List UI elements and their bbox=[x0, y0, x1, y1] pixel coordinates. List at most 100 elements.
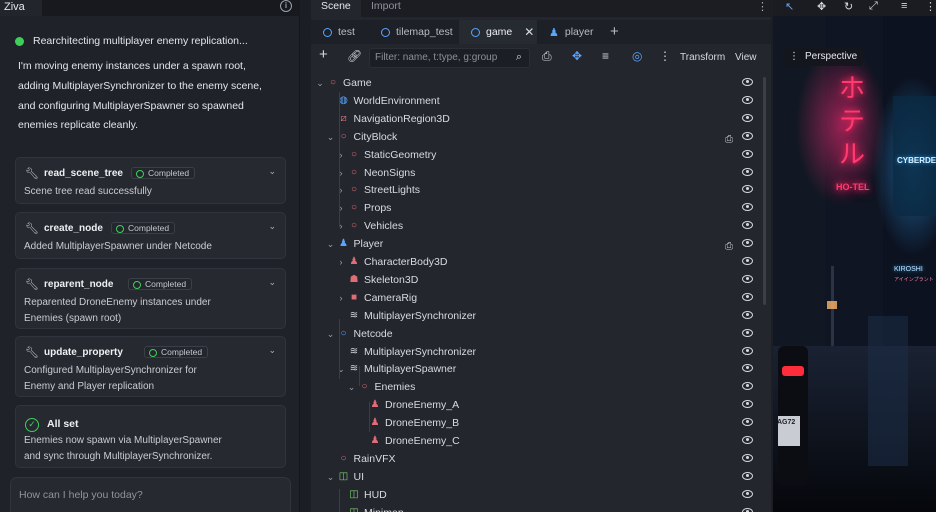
visibility-eye-icon[interactable] bbox=[742, 418, 753, 427]
tree-row-enemies[interactable]: ⌄ ○ Enemies bbox=[311, 378, 766, 396]
chevron-down-icon[interactable]: ⌄ bbox=[315, 74, 325, 92]
scene-tab-test[interactable]: test bbox=[311, 20, 369, 44]
transform-menu[interactable]: Transform bbox=[680, 52, 725, 63]
visibility-eye-icon[interactable] bbox=[742, 185, 753, 194]
chevron-right-icon[interactable]: › bbox=[336, 146, 346, 164]
close-icon[interactable]: ✕ bbox=[524, 25, 534, 39]
tree-row-droneenemy-b[interactable]: ♟ DroneEnemy_B bbox=[311, 414, 766, 432]
tree-row-hud[interactable]: ◫ HUD bbox=[311, 486, 766, 504]
visibility-eye-icon[interactable] bbox=[742, 274, 753, 283]
move-icon[interactable]: ✥ bbox=[572, 49, 582, 63]
chevron-down-icon[interactable]: ⌄ bbox=[268, 166, 276, 177]
info-icon[interactable]: i bbox=[280, 0, 292, 12]
chevron-right-icon[interactable]: › bbox=[336, 199, 346, 217]
more-options-icon[interactable]: ⋮ bbox=[757, 0, 768, 13]
globe-icon[interactable]: ◎ bbox=[632, 49, 642, 63]
visibility-eye-icon[interactable] bbox=[742, 346, 753, 355]
search-icon[interactable]: ⌕ bbox=[516, 51, 522, 64]
tree-row-worldenvironment[interactable]: ◍ WorldEnvironment bbox=[311, 92, 766, 110]
tree-row-minimap[interactable]: ◫ Minimap bbox=[311, 504, 766, 512]
chevron-down-icon[interactable]: ⌄ bbox=[336, 360, 346, 378]
prompt-input[interactable] bbox=[19, 489, 269, 501]
task-card[interactable]: 🔧︎ create_node Completed ⌄ Added Multipl… bbox=[15, 212, 286, 259]
tree-row-cityblock[interactable]: ⌄ ○ CityBlock ⎙ bbox=[311, 128, 766, 146]
scrollbar[interactable] bbox=[763, 77, 766, 305]
visibility-eye-icon[interactable] bbox=[742, 167, 753, 176]
filter-input[interactable] bbox=[375, 52, 505, 63]
chevron-down-icon[interactable]: ⌄ bbox=[268, 345, 276, 356]
visibility-eye-icon[interactable] bbox=[742, 149, 753, 158]
tree-row-game[interactable]: ⌄ ○ Game bbox=[311, 74, 766, 92]
add-scene-tab-button[interactable]: + bbox=[610, 23, 619, 40]
view-menu[interactable]: View bbox=[735, 52, 757, 63]
select-tool-icon[interactable]: ↖ bbox=[785, 0, 794, 13]
visibility-eye-icon[interactable] bbox=[742, 239, 753, 248]
tree-row-multiplayersynchronizer[interactable]: ≋ MultiplayerSynchronizer bbox=[311, 343, 766, 361]
chevron-down-icon[interactable]: ⌄ bbox=[268, 221, 276, 232]
tree-row-droneenemy-c[interactable]: ♟ DroneEnemy_C bbox=[311, 432, 766, 450]
chevron-down-icon[interactable]: ⌄ bbox=[326, 468, 336, 486]
tree-row-staticgeometry[interactable]: › ○ StaticGeometry bbox=[311, 146, 766, 164]
tree-row-streetlights[interactable]: › ○ StreetLights bbox=[311, 181, 766, 199]
visibility-eye-icon[interactable] bbox=[742, 507, 753, 512]
chevron-right-icon[interactable]: › bbox=[336, 253, 346, 271]
task-card[interactable]: 🔧︎ update_property Completed ⌄ Configure… bbox=[15, 336, 286, 397]
tree-row-ui[interactable]: ⌄ ◫ UI bbox=[311, 468, 766, 486]
visibility-eye-icon[interactable] bbox=[742, 400, 753, 409]
tree-row-navigationregion3d[interactable]: ⧄ NavigationRegion3D bbox=[311, 110, 766, 128]
link-icon[interactable]: 🔗︎ bbox=[347, 49, 362, 63]
chevron-down-icon[interactable]: ⌄ bbox=[347, 378, 357, 396]
visibility-eye-icon[interactable] bbox=[742, 221, 753, 230]
visibility-eye-icon[interactable] bbox=[742, 95, 753, 104]
more-options-icon[interactable]: ⋮ bbox=[659, 49, 671, 63]
tree-row-neonsigns[interactable]: › ○ NeonSigns bbox=[311, 164, 766, 182]
task-card[interactable]: 🔧︎ reparent_node Completed ⌄ Reparented … bbox=[15, 268, 286, 329]
visibility-eye-icon[interactable] bbox=[742, 328, 753, 337]
tree-row-droneenemy-a[interactable]: ♟ DroneEnemy_A bbox=[311, 396, 766, 414]
chevron-down-icon[interactable]: ⌄ bbox=[268, 277, 276, 288]
viewport-3d[interactable]: ⋮ Perspective ホテル HO-TEL CYBERDE KIROSHI … bbox=[773, 16, 936, 512]
visibility-eye-icon[interactable] bbox=[742, 131, 753, 140]
visibility-eye-icon[interactable] bbox=[742, 310, 753, 319]
tab-scene[interactable]: Scene bbox=[311, 0, 361, 17]
chevron-right-icon[interactable]: › bbox=[336, 164, 346, 182]
visibility-eye-icon[interactable] bbox=[742, 113, 753, 122]
tree-row-rainvfx[interactable]: ○ RainVFX bbox=[311, 450, 766, 468]
visibility-eye-icon[interactable] bbox=[742, 257, 753, 265]
tree-row-characterbody3d[interactable]: › ♟ CharacterBody3D bbox=[311, 253, 766, 271]
tree-row-multiplayersynchronizer[interactable]: ≋ MultiplayerSynchronizer bbox=[311, 307, 766, 325]
scene-tab-game[interactable]: game ✕ bbox=[459, 20, 537, 44]
tree-row-props[interactable]: › ○ Props bbox=[311, 199, 766, 217]
filter-box[interactable]: ⌕ bbox=[369, 48, 530, 68]
perspective-menu[interactable]: ⋮ Perspective bbox=[783, 48, 863, 66]
visibility-eye-icon[interactable] bbox=[742, 471, 753, 480]
rotate-tool-icon[interactable]: ↻ bbox=[844, 0, 853, 13]
chevron-down-icon[interactable]: ⌄ bbox=[326, 325, 336, 343]
list-icon[interactable]: ≡ bbox=[901, 0, 907, 12]
more-options-icon[interactable]: ⋮ bbox=[925, 0, 936, 13]
tree-row-camerarig[interactable]: › ■ CameraRig bbox=[311, 289, 766, 307]
visibility-eye-icon[interactable] bbox=[742, 364, 753, 373]
visibility-eye-icon[interactable] bbox=[742, 382, 753, 391]
move-tool-icon[interactable]: ✥ bbox=[817, 0, 826, 13]
visibility-eye-icon[interactable] bbox=[742, 489, 753, 498]
task-card[interactable]: 🔧︎ read_scene_tree Completed ⌄ Scene tre… bbox=[15, 157, 286, 204]
visibility-eye-icon[interactable] bbox=[742, 78, 753, 86]
chevron-right-icon[interactable]: › bbox=[336, 217, 346, 235]
tree-row-vehicles[interactable]: › ○ Vehicles bbox=[311, 217, 766, 235]
tree-row-skeleton3d[interactable]: ☗ Skeleton3D bbox=[311, 271, 766, 289]
chevron-down-icon[interactable]: ⌄ bbox=[326, 235, 336, 253]
chevron-down-icon[interactable]: ⌄ bbox=[326, 128, 336, 146]
scene-tab-player[interactable]: ♟ player bbox=[537, 20, 607, 44]
tab-import[interactable]: Import bbox=[361, 0, 411, 17]
visibility-eye-icon[interactable] bbox=[742, 292, 753, 301]
list-icon[interactable]: ≡ bbox=[602, 49, 609, 63]
chevron-right-icon[interactable]: › bbox=[336, 181, 346, 199]
scene-tab-tilemap-test[interactable]: tilemap_test bbox=[369, 20, 459, 44]
tree-row-multiplayerspawner[interactable]: ⌄ ≋ MultiplayerSpawner bbox=[311, 360, 766, 378]
scale-tool-icon[interactable]: ⤢ bbox=[869, 0, 878, 13]
visibility-eye-icon[interactable] bbox=[742, 203, 753, 212]
assistant-tab[interactable]: Ziva bbox=[0, 0, 42, 16]
visibility-eye-icon[interactable] bbox=[742, 436, 753, 444]
add-node-icon[interactable]: + bbox=[319, 46, 328, 63]
